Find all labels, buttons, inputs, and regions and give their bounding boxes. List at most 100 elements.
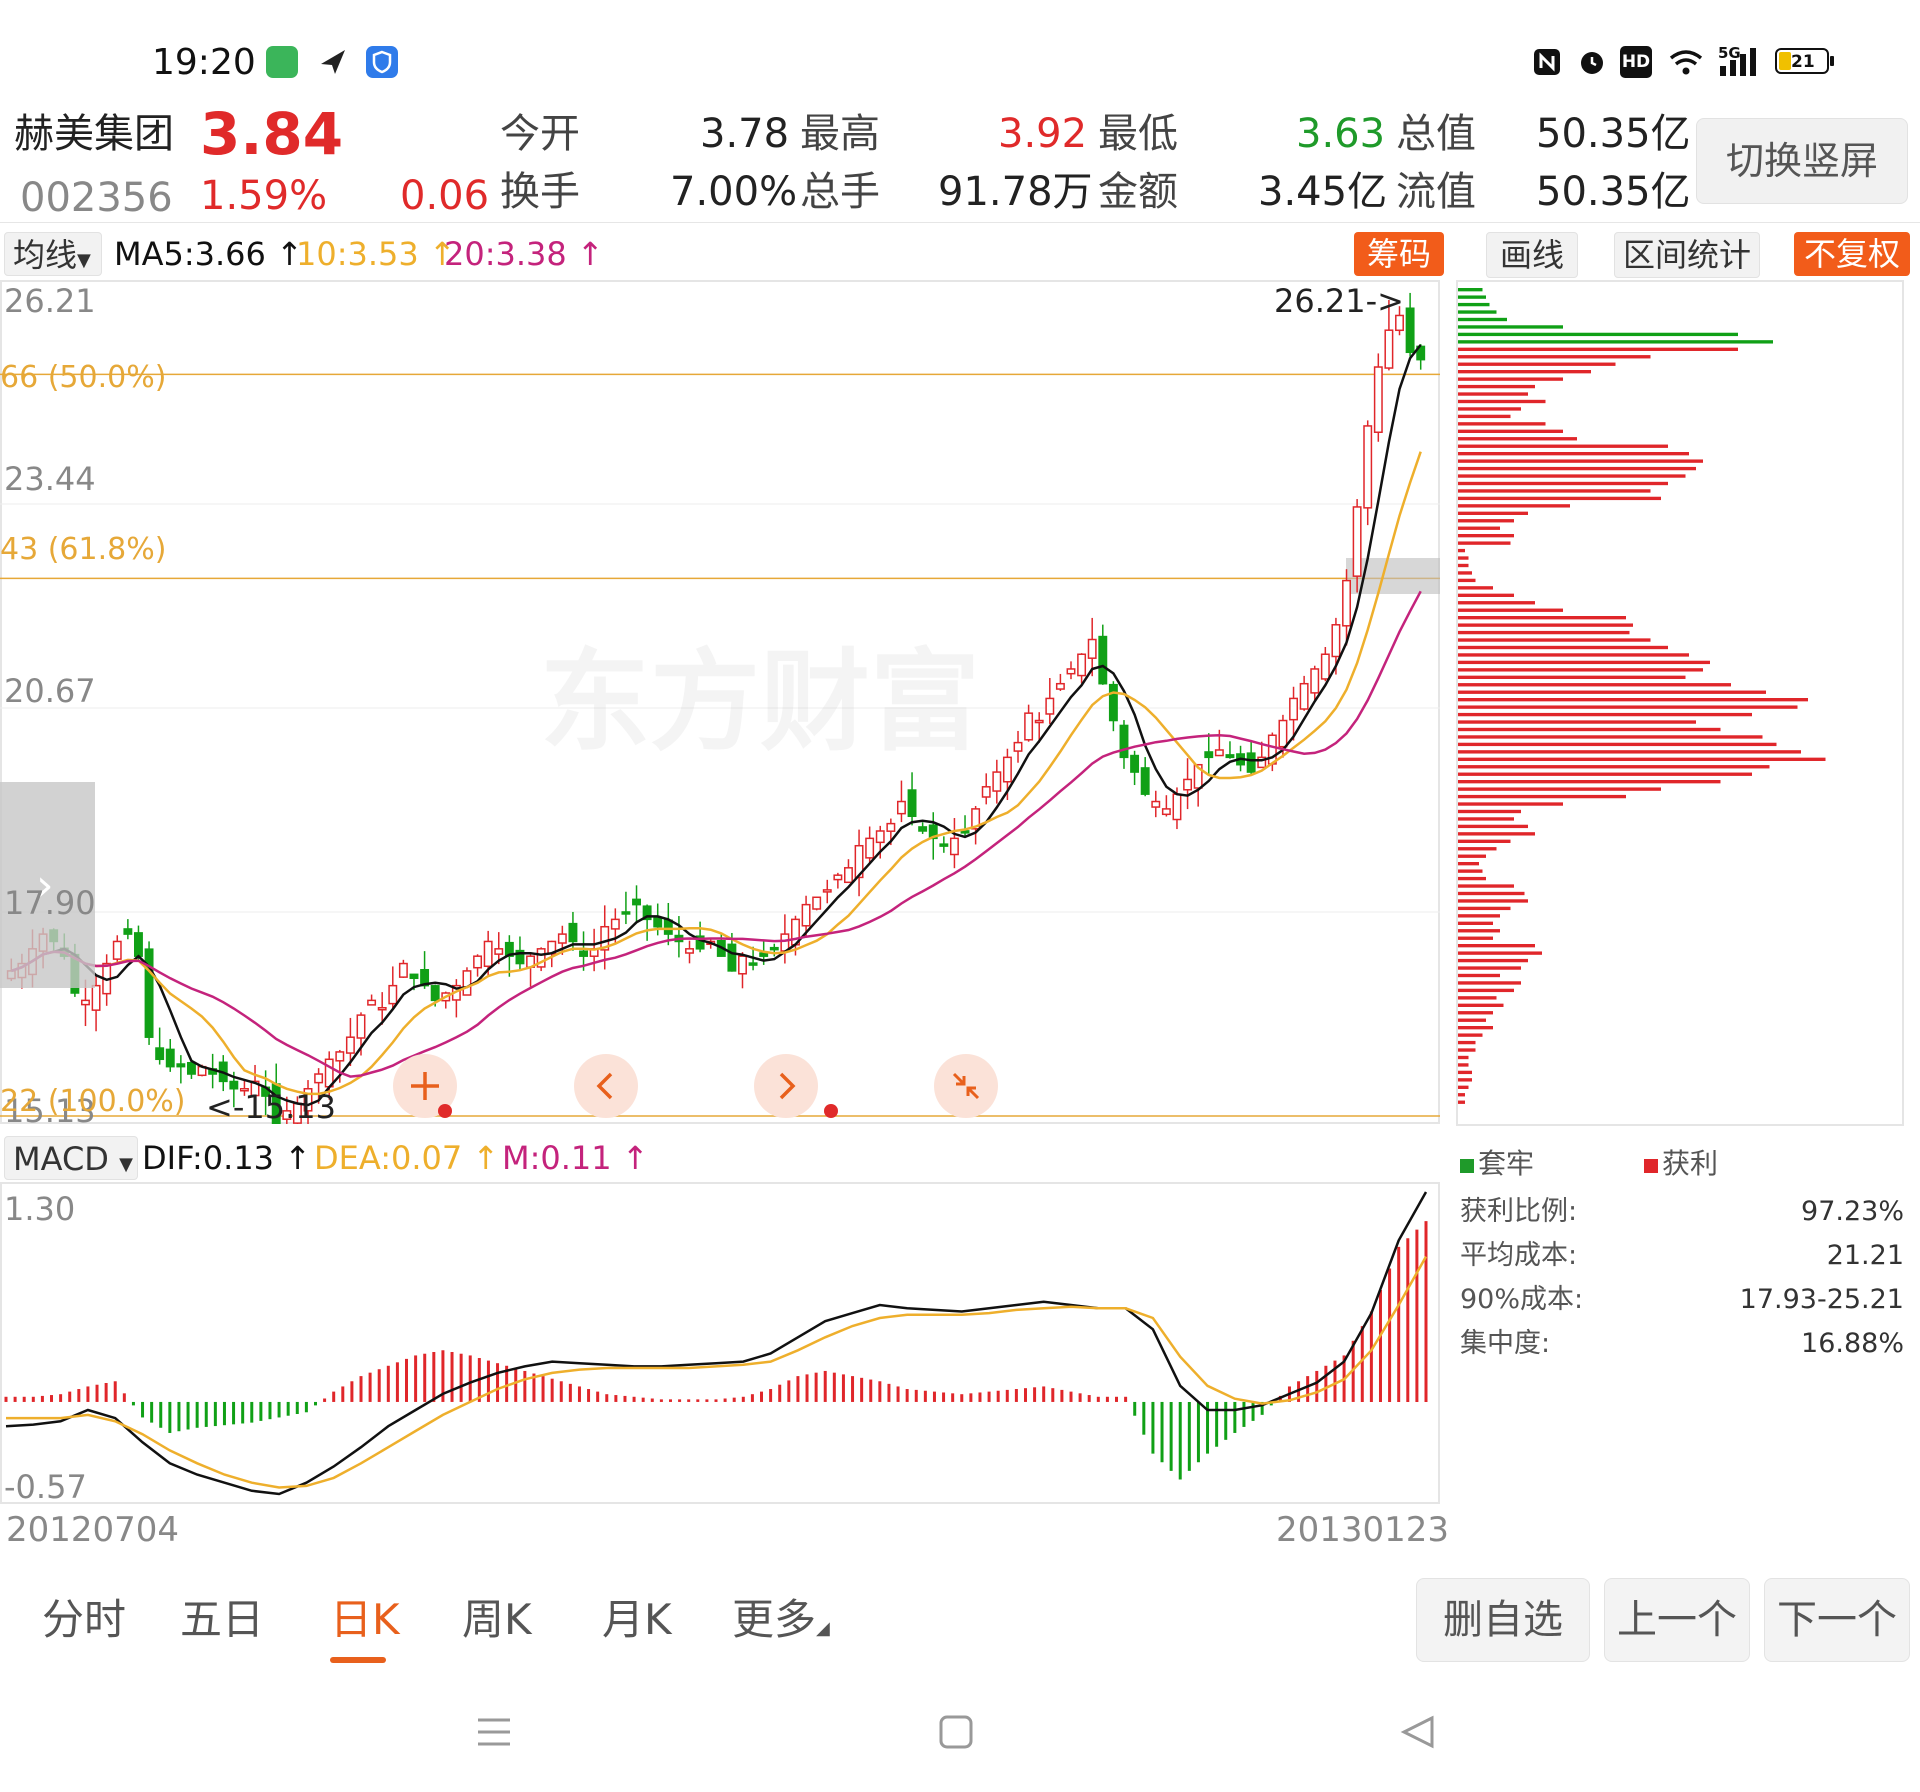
watermark: 东方财富	[540, 638, 980, 766]
remove-watchlist-button[interactable]: 删自选	[1416, 1578, 1590, 1662]
previous-stock-button[interactable]: 上一个	[1604, 1578, 1750, 1662]
chip-bar	[1458, 563, 1469, 568]
candle-body	[367, 999, 377, 1006]
chip-bar	[1458, 519, 1514, 523]
chip-bar	[1458, 1033, 1483, 1037]
chip-bar	[1458, 1085, 1469, 1089]
chip-bar	[1458, 422, 1546, 426]
tab-daily-k[interactable]: 日K	[330, 1590, 400, 1650]
chip-stat-label: 平均成本:	[1460, 1240, 1578, 1271]
candle-body	[473, 955, 483, 969]
candle-body	[579, 950, 588, 957]
candle-body	[430, 985, 440, 1002]
candle-body	[1140, 767, 1150, 795]
chip-bar	[1458, 407, 1521, 411]
home-icon[interactable]	[936, 1712, 976, 1752]
dif-arrow-icon: ↑	[284, 1139, 312, 1177]
chip-bar	[1458, 653, 1689, 657]
candle-body	[960, 830, 970, 834]
y-label-top: 26.21	[4, 282, 96, 320]
chip-bar	[1458, 794, 1626, 799]
candle-body	[1384, 329, 1394, 369]
tab-monthly-k[interactable]: 月K	[602, 1590, 672, 1650]
chip-legend-profit: 获利	[1644, 1144, 1718, 1184]
macd-chart[interactable]: 1.30 -0.57	[0, 1182, 1440, 1506]
kline-chart[interactable]: 东方财富 › 26.21 23.44 20.67 17.90 15.13 66 …	[0, 280, 1440, 1130]
no-adjust-button[interactable]: 不复权	[1794, 232, 1910, 276]
y-label-2: 23.44	[4, 460, 96, 498]
chip-bar	[1458, 787, 1661, 791]
scroll-left-button[interactable]	[574, 1054, 638, 1118]
chip-bar	[1458, 1055, 1469, 1060]
candle-body	[632, 898, 641, 906]
chip-bar	[1458, 712, 1752, 717]
chip-bar	[1458, 936, 1493, 940]
tab-intraday[interactable]: 分时	[42, 1590, 126, 1650]
chip-bar	[1458, 944, 1535, 948]
chip-bar	[1458, 370, 1591, 374]
shield-app-icon	[266, 46, 298, 78]
switch-portrait-button[interactable]: 切换竖屏	[1696, 118, 1908, 204]
trapped-label: 套牢	[1478, 1147, 1535, 1180]
chip-bar	[1458, 399, 1546, 404]
chip-bar	[1458, 750, 1801, 754]
dea-line	[6, 1255, 1428, 1489]
candle-body	[1320, 653, 1330, 680]
macd-selector[interactable]: MACD ▼	[4, 1136, 138, 1180]
chip-bar	[1458, 608, 1563, 612]
candle-body	[1183, 778, 1193, 791]
chip-button[interactable]: 筹码	[1354, 232, 1444, 276]
scroll-right-button[interactable]	[754, 1054, 818, 1118]
macd-selector-label: MACD	[13, 1140, 109, 1178]
turnover-label: 换手	[500, 169, 580, 215]
candle-body	[844, 867, 853, 884]
tab-weekly-k[interactable]: 周K	[462, 1590, 532, 1650]
chip-bar	[1458, 474, 1686, 478]
profit-label: 获利	[1662, 1147, 1719, 1180]
chip-bar	[1458, 534, 1514, 538]
chip-bar	[1458, 437, 1577, 441]
back-icon[interactable]	[1398, 1712, 1438, 1752]
candle-body	[1108, 683, 1118, 722]
chip-bar	[1458, 444, 1668, 448]
chip-bar	[1458, 876, 1486, 881]
dif-value: DIF:0.13	[142, 1139, 275, 1177]
chip-bar	[1458, 1003, 1504, 1007]
chip-bar	[1458, 571, 1472, 575]
chip-bar	[1458, 1011, 1493, 1015]
chip-bar	[1458, 869, 1483, 873]
chip-stat-value: 21.21	[1826, 1240, 1904, 1271]
collapse-button[interactable]	[934, 1054, 998, 1118]
candle-body	[801, 903, 811, 927]
m-value: M:0.11	[502, 1139, 612, 1177]
candle-body	[483, 940, 493, 968]
draw-line-button[interactable]: 画线	[1486, 232, 1578, 278]
next-stock-button[interactable]: 下一个	[1764, 1578, 1910, 1662]
candle-body	[314, 1073, 324, 1084]
ma-selector[interactable]: 均线▼	[4, 232, 102, 276]
high-label: 最高	[800, 111, 880, 157]
chip-bar	[1458, 802, 1563, 806]
candle-body	[1342, 579, 1351, 627]
chip-bar	[1458, 1048, 1476, 1052]
signal-5g-icon: 5G	[1718, 44, 1764, 78]
candle-body	[409, 973, 419, 980]
battery-fill	[1779, 52, 1791, 70]
candle-body	[1289, 697, 1298, 721]
tab-five-day[interactable]: 五日	[180, 1590, 264, 1650]
menu-icon[interactable]	[474, 1712, 514, 1752]
ma20-arrow-icon: ↑	[576, 235, 604, 273]
fib-label-61: 43 (61.8%)	[0, 532, 167, 567]
tab-more[interactable]: 更多◢	[732, 1590, 830, 1659]
chip-bar	[1458, 362, 1616, 366]
candle-body	[335, 1051, 345, 1062]
chip-bar	[1458, 384, 1535, 389]
mktcap-label: 总值	[1396, 111, 1476, 157]
range-stats-button[interactable]: 区间统计	[1614, 232, 1760, 278]
candle-body	[356, 1014, 366, 1039]
candle-body	[123, 928, 133, 935]
candle-body	[1013, 741, 1023, 752]
m-arrow-icon: ↑	[621, 1139, 649, 1177]
chip-bar	[1458, 355, 1651, 359]
chip-distribution-chart	[1458, 288, 1826, 1104]
